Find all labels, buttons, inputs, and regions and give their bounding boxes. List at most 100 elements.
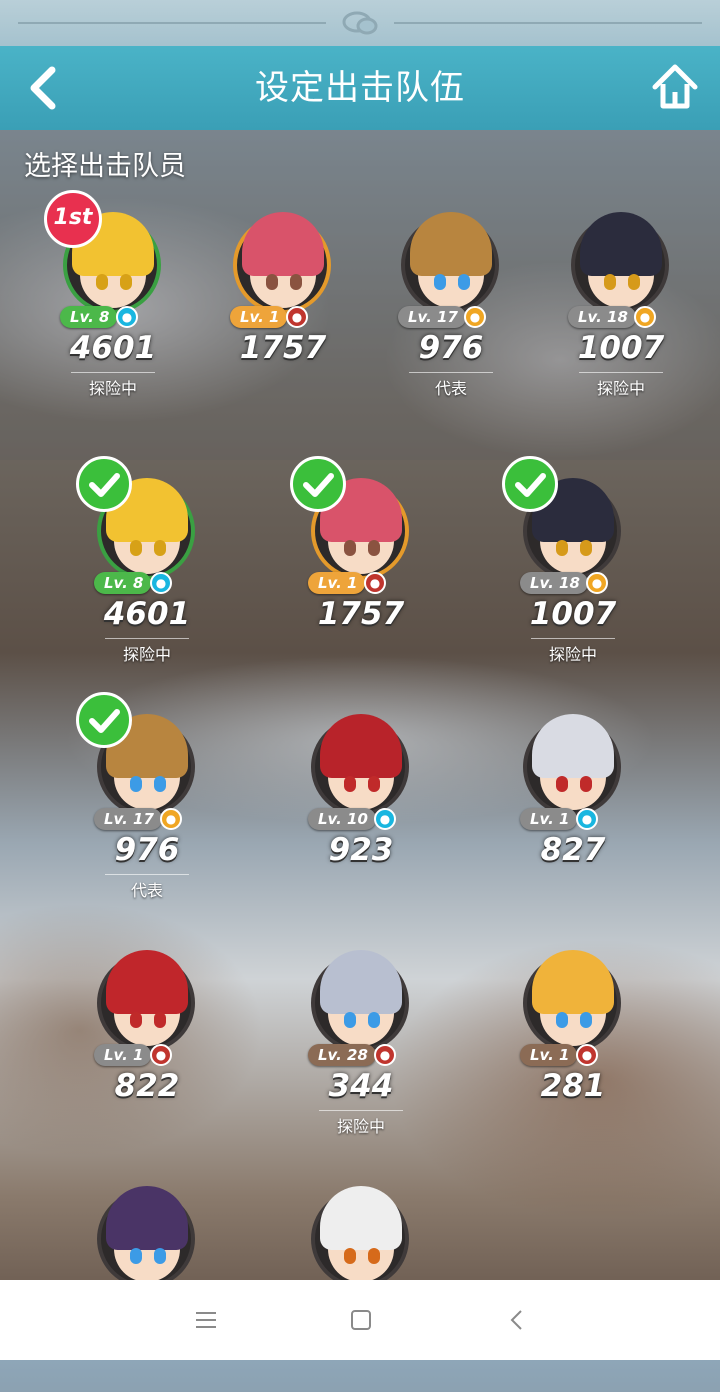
- element-type-icon: ●: [576, 808, 598, 830]
- character-hair: [320, 714, 402, 778]
- character-hair: [410, 212, 492, 276]
- character-eye: [120, 274, 132, 290]
- character-card[interactable]: Lv. 1 ● 281: [508, 936, 638, 1156]
- level-badge: Lv. 1: [94, 1044, 152, 1066]
- character-card[interactable]: Lv. 18 ● 1007 探险中: [502, 456, 638, 684]
- back-triangle-icon: [510, 1310, 522, 1330]
- character-card[interactable]: Lv. 1 ● 1757: [218, 198, 348, 418]
- power-value: 1757: [239, 330, 327, 366]
- home-nav-button[interactable]: [347, 1306, 375, 1334]
- level-badge: Lv. 1: [230, 306, 288, 328]
- character-portrait: [92, 936, 202, 1056]
- menu-button[interactable]: [192, 1306, 220, 1334]
- character-eye: [130, 776, 142, 792]
- character-hair: [320, 950, 402, 1014]
- element-type-icon: ●: [374, 1044, 396, 1066]
- character-eye: [344, 540, 356, 556]
- status-label: 探险中: [71, 372, 155, 399]
- character-eye: [130, 540, 142, 556]
- character-eye: [556, 776, 568, 792]
- character-card[interactable]: Lv. 8 ● 4601 探险中 1st: [44, 190, 178, 418]
- element-type-icon: ●: [150, 1044, 172, 1066]
- element-type-icon: ●: [586, 572, 608, 594]
- character-eye: [344, 1248, 356, 1264]
- character-eye: [344, 1012, 356, 1028]
- character-card[interactable]: Lv. 1 ● 822: [82, 936, 212, 1156]
- selected-check-badge: [76, 456, 132, 512]
- level-badge: Lv. 17: [398, 306, 466, 328]
- character-hair: [532, 950, 614, 1014]
- character-card[interactable]: Lv. 1 ● 1757: [290, 456, 426, 684]
- page-title: 设定出击队伍: [255, 68, 465, 108]
- character-eye: [154, 776, 166, 792]
- character-portrait: [228, 198, 338, 318]
- character-hair: [532, 714, 614, 778]
- level-badge: Lv. 8: [94, 572, 152, 594]
- character-card[interactable]: Lv. 28 ● 344 探险中: [296, 936, 426, 1156]
- character-eye: [130, 1248, 142, 1264]
- chat-bubble-icon: [341, 10, 379, 36]
- home-icon: [652, 64, 698, 109]
- back-nav-button[interactable]: [503, 1306, 531, 1334]
- character-portrait: [396, 198, 506, 318]
- level-badge: Lv. 18: [520, 572, 588, 594]
- character-eye: [368, 776, 380, 792]
- character-eye: [96, 274, 108, 290]
- character-eye: [154, 540, 166, 556]
- element-type-icon: ●: [116, 306, 138, 328]
- character-card[interactable]: Lv. 17 ● 976 代表: [386, 198, 516, 418]
- system-navbar: [0, 1280, 720, 1360]
- character-portrait: [518, 700, 628, 820]
- character-eye: [434, 274, 446, 290]
- character-hair: [580, 212, 662, 276]
- character-eye: [154, 1248, 166, 1264]
- selected-check-badge: [76, 692, 132, 748]
- status-label: 代表: [105, 874, 189, 901]
- header-bar: 设定出击队伍: [0, 46, 720, 130]
- element-type-icon: ●: [364, 572, 386, 594]
- character-portrait: [306, 700, 416, 820]
- character-card[interactable]: Lv. 18 ● 1007 探险中: [556, 198, 686, 418]
- level-badge: Lv. 1: [520, 808, 578, 830]
- level-badge: Lv. 1: [520, 1044, 578, 1066]
- check-icon: [89, 709, 120, 733]
- selected-check-badge: [290, 456, 346, 512]
- character-hair: [106, 1186, 188, 1250]
- character-portrait: [306, 1172, 416, 1292]
- character-eye: [580, 540, 592, 556]
- character-card[interactable]: Lv. 17 ● 976 代表: [76, 692, 212, 920]
- character-card[interactable]: Lv. 8 ● 4601 探险中: [76, 456, 212, 684]
- character-portrait: [518, 936, 628, 1056]
- status-label: 探险中: [579, 372, 663, 399]
- status-bar: [0, 0, 720, 46]
- status-divider-left: [18, 22, 326, 24]
- status-label: 代表: [409, 372, 493, 399]
- power-value: 281: [540, 1068, 606, 1104]
- home-button[interactable]: [650, 62, 700, 112]
- power-value: 822: [114, 1068, 180, 1104]
- selected-check-badge: [502, 456, 558, 512]
- character-card[interactable]: Lv. 10 ● 923: [296, 700, 426, 920]
- character-eye: [368, 540, 380, 556]
- level-badge: Lv. 10: [308, 808, 376, 830]
- character-card[interactable]: Lv. 1 ● 827: [508, 700, 638, 920]
- power-value: 827: [540, 832, 606, 868]
- level-badge: Lv. 18: [568, 306, 636, 328]
- power-value: 1757: [317, 596, 405, 632]
- power-value: 4601: [103, 596, 191, 632]
- character-eye: [266, 274, 278, 290]
- character-eye: [368, 1248, 380, 1264]
- element-type-icon: ●: [160, 808, 182, 830]
- character-eye: [580, 1012, 592, 1028]
- level-badge: Lv. 28: [308, 1044, 376, 1066]
- power-value: 4601: [69, 330, 157, 366]
- check-icon: [89, 473, 120, 497]
- character-eye: [368, 1012, 380, 1028]
- element-type-icon: ●: [150, 572, 172, 594]
- character-eye: [604, 274, 616, 290]
- character-eye: [556, 540, 568, 556]
- character-portrait: [92, 1172, 202, 1292]
- character-hair: [106, 950, 188, 1014]
- status-label: 探险中: [105, 638, 189, 665]
- element-type-icon: ●: [634, 306, 656, 328]
